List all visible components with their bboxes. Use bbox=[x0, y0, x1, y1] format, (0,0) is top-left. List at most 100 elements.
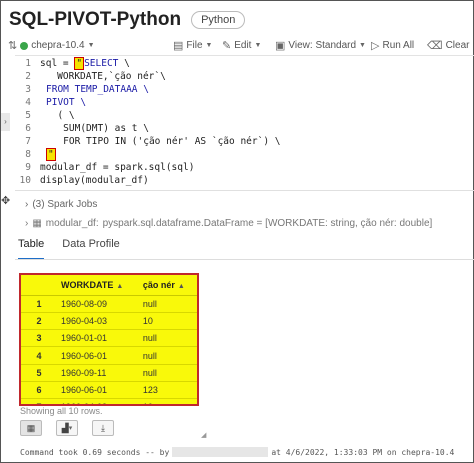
table-cell: 1960-01-01 bbox=[57, 329, 139, 348]
row-index: 1 bbox=[21, 295, 57, 313]
chevron-down-icon: ▼ bbox=[359, 42, 366, 49]
chart-view-button[interactable]: ▟ ▾ bbox=[56, 420, 78, 436]
column-header-index bbox=[21, 275, 57, 296]
clear-menu[interactable]: ⌫ Clear ▼ bbox=[427, 39, 474, 52]
line-number: 8 bbox=[25, 149, 31, 160]
row-index: 4 bbox=[21, 346, 57, 365]
dataframe-name: modular_df: bbox=[45, 218, 99, 229]
highlighted-quote: " bbox=[46, 148, 56, 161]
notebook-title[interactable]: SQL-PIVOT-Python bbox=[9, 9, 181, 31]
code-editor[interactable]: sql = " SELECT \ WORKDATE,`ção nér`\ FROM… bbox=[40, 56, 470, 190]
clear-menu-label: Clear bbox=[445, 40, 470, 51]
code-line: FOR TIPO IN ('ção nér' AS `ção nér`) \ bbox=[46, 136, 281, 147]
image-icon: ▣ bbox=[275, 40, 286, 52]
code-line: FROM TEMP_DATAAA \ bbox=[46, 84, 149, 95]
tab-data-profile[interactable]: Data Profile bbox=[62, 238, 119, 260]
eraser-icon: ⌫ bbox=[427, 40, 443, 52]
spark-jobs-label: (3) Spark Jobs bbox=[32, 199, 98, 210]
edit-icon: ✎ bbox=[222, 40, 232, 52]
cell-divider bbox=[15, 190, 474, 191]
row-index: 5 bbox=[21, 364, 57, 382]
column-header-label: ção nér bbox=[142, 279, 175, 290]
column-header-workdate[interactable]: WORKDATE ▲ bbox=[57, 275, 139, 296]
command-status-suffix: at 4/6/2022, 1:33:03 PM on chepra-10.4 bbox=[271, 447, 455, 457]
table-cell: null bbox=[138, 295, 197, 313]
code-line: sql = " SELECT \ bbox=[40, 57, 130, 70]
table-cell: null bbox=[138, 346, 197, 365]
view-menu[interactable]: ▣ View: Standard ▼ bbox=[275, 39, 366, 52]
table-row: 2 1960-04-03 10 bbox=[21, 312, 197, 331]
results-table: WORKDATE ▲ ção nér ▲ 1 1960-08-09 null 2 1960… bbox=[21, 275, 197, 404]
row-index: 6 bbox=[21, 381, 57, 400]
run-all-button[interactable]: ▷ Run All bbox=[371, 39, 414, 52]
notebook-header: SQL-PIVOT-Python Python bbox=[9, 7, 246, 33]
chevron-down-icon: ▾ bbox=[68, 425, 73, 432]
download-icon: ⤓ bbox=[101, 422, 105, 433]
line-number: 9 bbox=[25, 162, 31, 173]
chevron-down-icon: ▼ bbox=[254, 42, 262, 49]
line-number: 6 bbox=[25, 123, 31, 134]
code-line: display(modular_df) bbox=[40, 175, 149, 186]
column-header-cao-ner[interactable]: ção nér ▲ bbox=[138, 275, 197, 296]
notebook-toolbar: ⇅ chepra-10.4 ▼ ▤ File ▼ ✎ Edit ▼ ▣ View… bbox=[1, 37, 474, 55]
table-view-button[interactable]: ▦ bbox=[20, 420, 42, 436]
table-row: 5 1960-09-11 null bbox=[21, 364, 197, 382]
tab-table[interactable]: Table bbox=[18, 238, 45, 260]
table-cell: null bbox=[138, 329, 197, 348]
spark-jobs-toggle[interactable]: › (3) Spark Jobs bbox=[25, 199, 97, 210]
table-icon: ▦ bbox=[26, 422, 36, 433]
table-cell: 1960-06-01 bbox=[57, 346, 139, 365]
language-badge[interactable]: Python bbox=[191, 11, 246, 29]
table-row: 71960-04-0310 bbox=[21, 398, 197, 404]
table-cell: 1960-09-11 bbox=[57, 364, 139, 382]
bar-chart-icon: ▟ bbox=[61, 422, 69, 433]
sort-icon[interactable]: ▲ bbox=[116, 283, 123, 290]
results-table-highlight: WORKDATE ▲ ção nér ▲ 1 1960-08-09 null 2 1960… bbox=[19, 273, 199, 406]
table-cell: 1960-08-09 bbox=[57, 295, 139, 313]
view-menu-label: View: Standard bbox=[288, 40, 357, 51]
line-number: 1 bbox=[25, 58, 31, 69]
table-row: 1 1960-08-09 null bbox=[21, 295, 197, 313]
table-cell: 1960-04-03 bbox=[57, 398, 139, 404]
cluster-toggle-icon: ⇅ bbox=[8, 40, 18, 52]
sort-icon[interactable]: ▲ bbox=[178, 283, 185, 290]
table-row: 4 1960-06-01 null bbox=[21, 346, 197, 365]
line-number: 4 bbox=[25, 97, 31, 108]
play-icon: ▷ bbox=[371, 40, 380, 52]
table-icon: ▦ bbox=[32, 218, 42, 229]
code-token: sql = bbox=[40, 58, 75, 69]
edit-menu[interactable]: ✎ Edit ▼ bbox=[222, 39, 261, 52]
table-cell: 1960-06-01 bbox=[57, 381, 139, 400]
redacted-user bbox=[172, 447, 269, 457]
output-actions: ▦ ▟ ▾ ⤓ bbox=[20, 420, 114, 436]
table-cell: null bbox=[138, 364, 197, 382]
row-index: 3 bbox=[21, 329, 57, 348]
code-line: modular_df = spark.sql(sql) bbox=[40, 162, 195, 173]
file-menu[interactable]: ▤ File ▼ bbox=[173, 39, 212, 52]
dataframe-info[interactable]: › ▦ modular_df: pyspark.sql.dataframe.Da… bbox=[25, 218, 432, 229]
chevron-right-icon: › bbox=[25, 218, 29, 229]
dataframe-schema: pyspark.sql.dataframe.DataFrame = [WORKD… bbox=[102, 218, 433, 229]
code-cell[interactable]: 1 2 3 4 5 6 7 8 9 10 sql = " SELECT \ WOR… bbox=[15, 55, 474, 189]
row-index: 7 bbox=[21, 398, 57, 404]
code-keyword: SELECT bbox=[84, 58, 119, 69]
chevron-right-icon: › bbox=[25, 199, 29, 210]
table-cell: 123 bbox=[138, 381, 197, 400]
chevron-down-icon: ▼ bbox=[87, 42, 95, 49]
move-handle-icon[interactable]: ✥ bbox=[1, 194, 10, 207]
code-token: \ bbox=[118, 58, 130, 69]
table-cell: 10 bbox=[138, 312, 197, 331]
chevron-down-icon: ▼ bbox=[205, 42, 213, 49]
resize-handle-icon[interactable]: ◢ bbox=[201, 431, 206, 439]
line-number: 10 bbox=[19, 175, 31, 186]
line-number: 7 bbox=[25, 136, 31, 147]
code-line: SUM(DMT) as t \ bbox=[46, 123, 149, 134]
command-status-prefix: Command took 0.69 seconds -- by bbox=[20, 447, 170, 457]
table-row: 6 1960-06-01 123 bbox=[21, 381, 197, 400]
row-count-text: Showing all 10 rows. bbox=[20, 406, 103, 416]
file-menu-label: File bbox=[186, 40, 203, 51]
download-button[interactable]: ⤓ bbox=[92, 420, 114, 436]
cluster-selector[interactable]: ⇅ chepra-10.4 ▼ bbox=[8, 39, 95, 52]
expand-rail-icon[interactable]: › bbox=[1, 113, 10, 131]
line-number: 2 bbox=[25, 71, 31, 82]
